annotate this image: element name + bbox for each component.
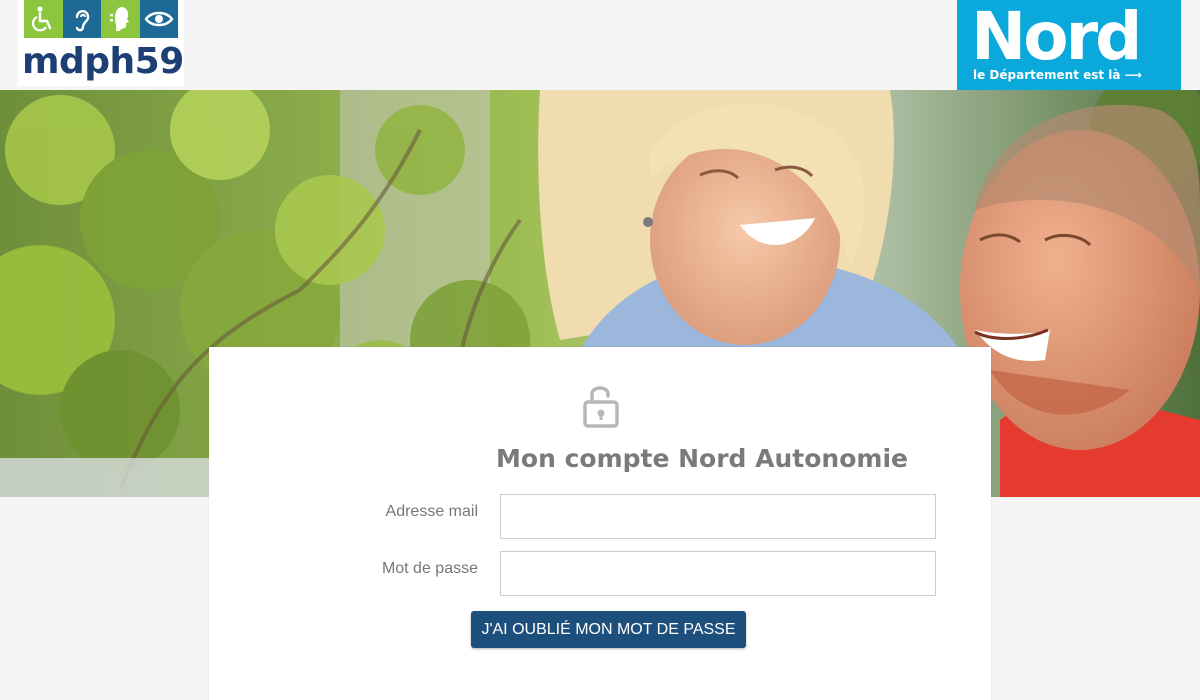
- nord-logo-tagline: le Département est là ⟶: [973, 68, 1142, 82]
- ear-icon: [62, 0, 101, 38]
- email-field[interactable]: [500, 494, 936, 539]
- nord-logo[interactable]: Nord le Département est là ⟶: [957, 0, 1181, 90]
- mdph-logo-text: mdph59: [22, 41, 184, 82]
- mdph59-logo[interactable]: mdph59: [18, 0, 184, 86]
- email-label: Adresse mail: [385, 503, 478, 520]
- face-profile-icon: [101, 0, 140, 38]
- login-card: Mon compte Nord Autonomie Adresse mail M…: [209, 347, 991, 700]
- nord-logo-word: Nord: [971, 0, 1142, 75]
- eye-icon: [139, 0, 178, 38]
- password-label: Mot de passe: [381, 560, 478, 577]
- password-field[interactable]: [500, 551, 936, 596]
- page: mdph59 Nord le Département est là ⟶ Mon …: [0, 0, 1200, 700]
- lock-open-icon: [583, 382, 619, 428]
- forgot-password-button[interactable]: J'AI OUBLIÉ MON MOT DE PASSE: [471, 611, 746, 648]
- mdph-icon-strip: [24, 0, 178, 38]
- header: mdph59 Nord le Département est là ⟶: [0, 0, 1200, 90]
- page-title: Mon compte Nord Autonomie: [496, 444, 908, 473]
- wheelchair-icon: [24, 0, 63, 38]
